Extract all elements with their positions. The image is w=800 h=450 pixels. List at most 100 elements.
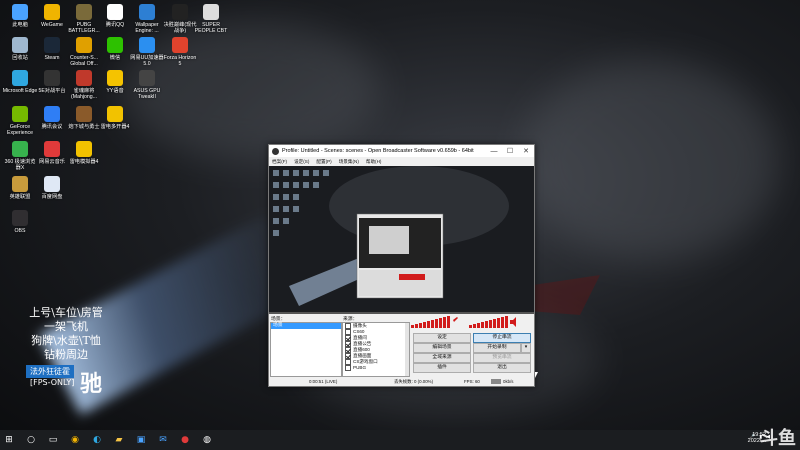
desktop-icon[interactable]: Forza Horizon 5 xyxy=(162,37,198,67)
source-label: 直播600 xyxy=(353,347,370,353)
overlay-line: 一架飞机 xyxy=(44,320,88,333)
overlay-line: 钻粉周边 xyxy=(44,348,88,361)
fps-only-label: [FPS-ONLY] xyxy=(30,378,75,387)
desktop-icon-label: 百度网盘 xyxy=(41,194,63,200)
file-explorer-icon[interactable]: ▰ xyxy=(110,432,128,448)
desktop-icon-label: WeGame xyxy=(41,22,63,28)
desktop-icon[interactable]: SUPER PEOPLE CBT xyxy=(193,4,229,34)
ld-emulator-icon xyxy=(76,141,92,157)
desktop-icon[interactable]: 回收站 xyxy=(2,37,38,61)
sources-scrollbar[interactable] xyxy=(405,323,409,376)
desktop-icon[interactable]: 网易云音乐 xyxy=(34,141,70,165)
desktop-icon[interactable]: GeForce Experience xyxy=(2,106,38,136)
asus-gpu-icon xyxy=(139,70,155,86)
menu-bar: 档案(F) 设定(S) 配置(P) 场景集(N) 帮助(H) xyxy=(269,157,534,166)
desktop-volume-meter[interactable] xyxy=(411,316,459,328)
preview-stream-button[interactable]: 预览串流 xyxy=(473,353,531,363)
close-button[interactable]: ✕ xyxy=(518,147,534,155)
menu-profile[interactable]: 配置(P) xyxy=(316,159,331,165)
obs-icon xyxy=(272,147,279,155)
recycle-bin-icon xyxy=(12,37,28,53)
desktop-icon[interactable]: 360 极速浏览器X xyxy=(2,141,38,171)
settings-button[interactable]: 设定 xyxy=(413,333,471,343)
search-icon[interactable]: ○ xyxy=(22,432,40,448)
mahjong-icon xyxy=(76,70,92,86)
window-title: Profile: Untitled - Scenes: scenes - Ope… xyxy=(282,148,474,154)
desktop-icon-label: 雷电多开器4 xyxy=(100,124,130,130)
geforce-icon xyxy=(12,106,28,122)
desktop-icon-label: 英雄联盟 xyxy=(9,194,31,200)
menu-settings[interactable]: 设定(S) xyxy=(294,159,309,165)
tencent-meeting-icon xyxy=(44,106,60,122)
mic-volume-meter[interactable] xyxy=(469,316,517,328)
sources-list[interactable]: 摄像头 CS60 直播间 直播公告 直播600 直播画面 CS游戏窗口 PUBG xyxy=(342,322,410,377)
desktop-icon-label: SUPER PEOPLE CBT xyxy=(194,22,228,34)
source-item[interactable]: PUBG xyxy=(343,365,409,371)
maximize-button[interactable]: ☐ xyxy=(502,147,518,155)
360-browser-icon xyxy=(12,141,28,157)
desktop-icon[interactable]: 腾讯QQ xyxy=(97,4,133,28)
desktop-icon[interactable]: 微信 xyxy=(97,37,133,61)
preview-canvas xyxy=(269,166,534,314)
wegame-icon xyxy=(44,4,60,20)
start-icon[interactable]: ⊞ xyxy=(0,432,18,448)
overlay-line: 狗牌\水壶\T恤 xyxy=(31,334,101,347)
scenes-list[interactable]: 场景 xyxy=(270,322,342,377)
desktop-icon[interactable]: 雷电多开器4 xyxy=(97,106,133,130)
minimize-button[interactable]: — xyxy=(486,148,502,155)
source-label: 直播画面 xyxy=(353,353,372,359)
chrome-icon[interactable]: ◉ xyxy=(66,432,84,448)
menu-scene-collection[interactable]: 场景集(N) xyxy=(339,159,359,165)
desktop-icon[interactable]: Microsoft Edge xyxy=(2,70,38,94)
fps-readout: FPS: 60 xyxy=(464,379,480,384)
fans-badge: 法外狂徒霍 xyxy=(26,365,74,378)
desktop-icon[interactable]: 英雄联盟 xyxy=(2,176,38,200)
status-bar: 0:00:51 (LIVE) 丢失帧数: 0 (0.00%) FPS: 60 0… xyxy=(269,377,534,386)
douyu-watermark: 斗鱼 xyxy=(760,428,796,449)
netease-icon[interactable]: ● xyxy=(176,432,194,448)
obs-icon[interactable]: ◍ xyxy=(198,432,216,448)
plugins-button[interactable]: 插件 xyxy=(413,363,471,373)
desktop-icon[interactable]: ASUS GPU TweakII xyxy=(129,70,165,100)
desktop-icon[interactable]: YY语音 xyxy=(97,70,133,94)
desktop-icon[interactable]: 此电脑 xyxy=(2,4,38,28)
edge-icon[interactable]: ◐ xyxy=(88,432,106,448)
desktop-icon-label: YY语音 xyxy=(106,88,124,94)
desktop-icon[interactable]: Steam xyxy=(34,37,70,61)
desktop-icon[interactable]: OBS xyxy=(2,210,38,234)
desktop-icon[interactable]: 5E对战平台 xyxy=(34,70,70,94)
edit-scene-button[interactable]: 编辑场景 xyxy=(413,343,471,353)
desktop-icon-label: 回收站 xyxy=(12,55,28,61)
desktop-icon[interactable]: 百度网盘 xyxy=(34,176,70,200)
store-icon[interactable]: ▣ xyxy=(132,432,150,448)
obs-controls: 场景： 来源： 场景 摄像头 CS60 直播间 直播公告 直播600 直播画面 CS游戏窗口… xyxy=(269,314,534,386)
stop-stream-button[interactable]: 停止串流 xyxy=(473,333,531,343)
desktop-icon[interactable]: 网易UU加速器5.0 xyxy=(129,37,165,67)
stream-time: 0:00:51 (LIVE) xyxy=(309,379,338,384)
desktop-icon[interactable]: 腾讯会议 xyxy=(34,106,70,130)
desktop-icon[interactable]: Wallpaper Engine: ... xyxy=(129,4,165,34)
scene-item[interactable]: 场景 xyxy=(271,323,341,329)
recording-dropdown[interactable]: ▾ xyxy=(521,343,531,353)
global-sources-button[interactable]: 全域来源 xyxy=(413,353,471,363)
lol-icon xyxy=(12,176,28,192)
source-label: 直播公告 xyxy=(353,341,372,347)
edge-icon xyxy=(12,70,28,86)
desktop-icon[interactable]: WeGame xyxy=(34,4,70,28)
exit-button[interactable]: 退出 xyxy=(473,363,531,373)
qq-icon xyxy=(107,4,123,20)
source-checkbox[interactable] xyxy=(345,365,351,371)
sources-header: 来源： xyxy=(343,317,358,322)
menu-help[interactable]: 帮助(H) xyxy=(366,159,382,165)
obs-titlebar[interactable]: Profile: Untitled - Scenes: scenes - Ope… xyxy=(269,145,534,157)
source-label: CS60 xyxy=(353,329,365,335)
ldplayer-icon xyxy=(107,106,123,122)
desktop-icon-label: 360 极速浏览器X xyxy=(4,159,36,171)
menu-file[interactable]: 档案(F) xyxy=(272,159,287,165)
obs-window[interactable]: Profile: Untitled - Scenes: scenes - Ope… xyxy=(268,144,535,387)
mail-icon[interactable]: ✉ xyxy=(154,432,172,448)
task-view-icon[interactable]: ▭ xyxy=(44,432,62,448)
desktop-icon-label: 腾讯会议 xyxy=(41,124,63,130)
desktop-icon[interactable]: 雷电模拟器4 xyxy=(66,141,102,165)
start-recording-button[interactable]: 开始录制 xyxy=(473,343,521,353)
